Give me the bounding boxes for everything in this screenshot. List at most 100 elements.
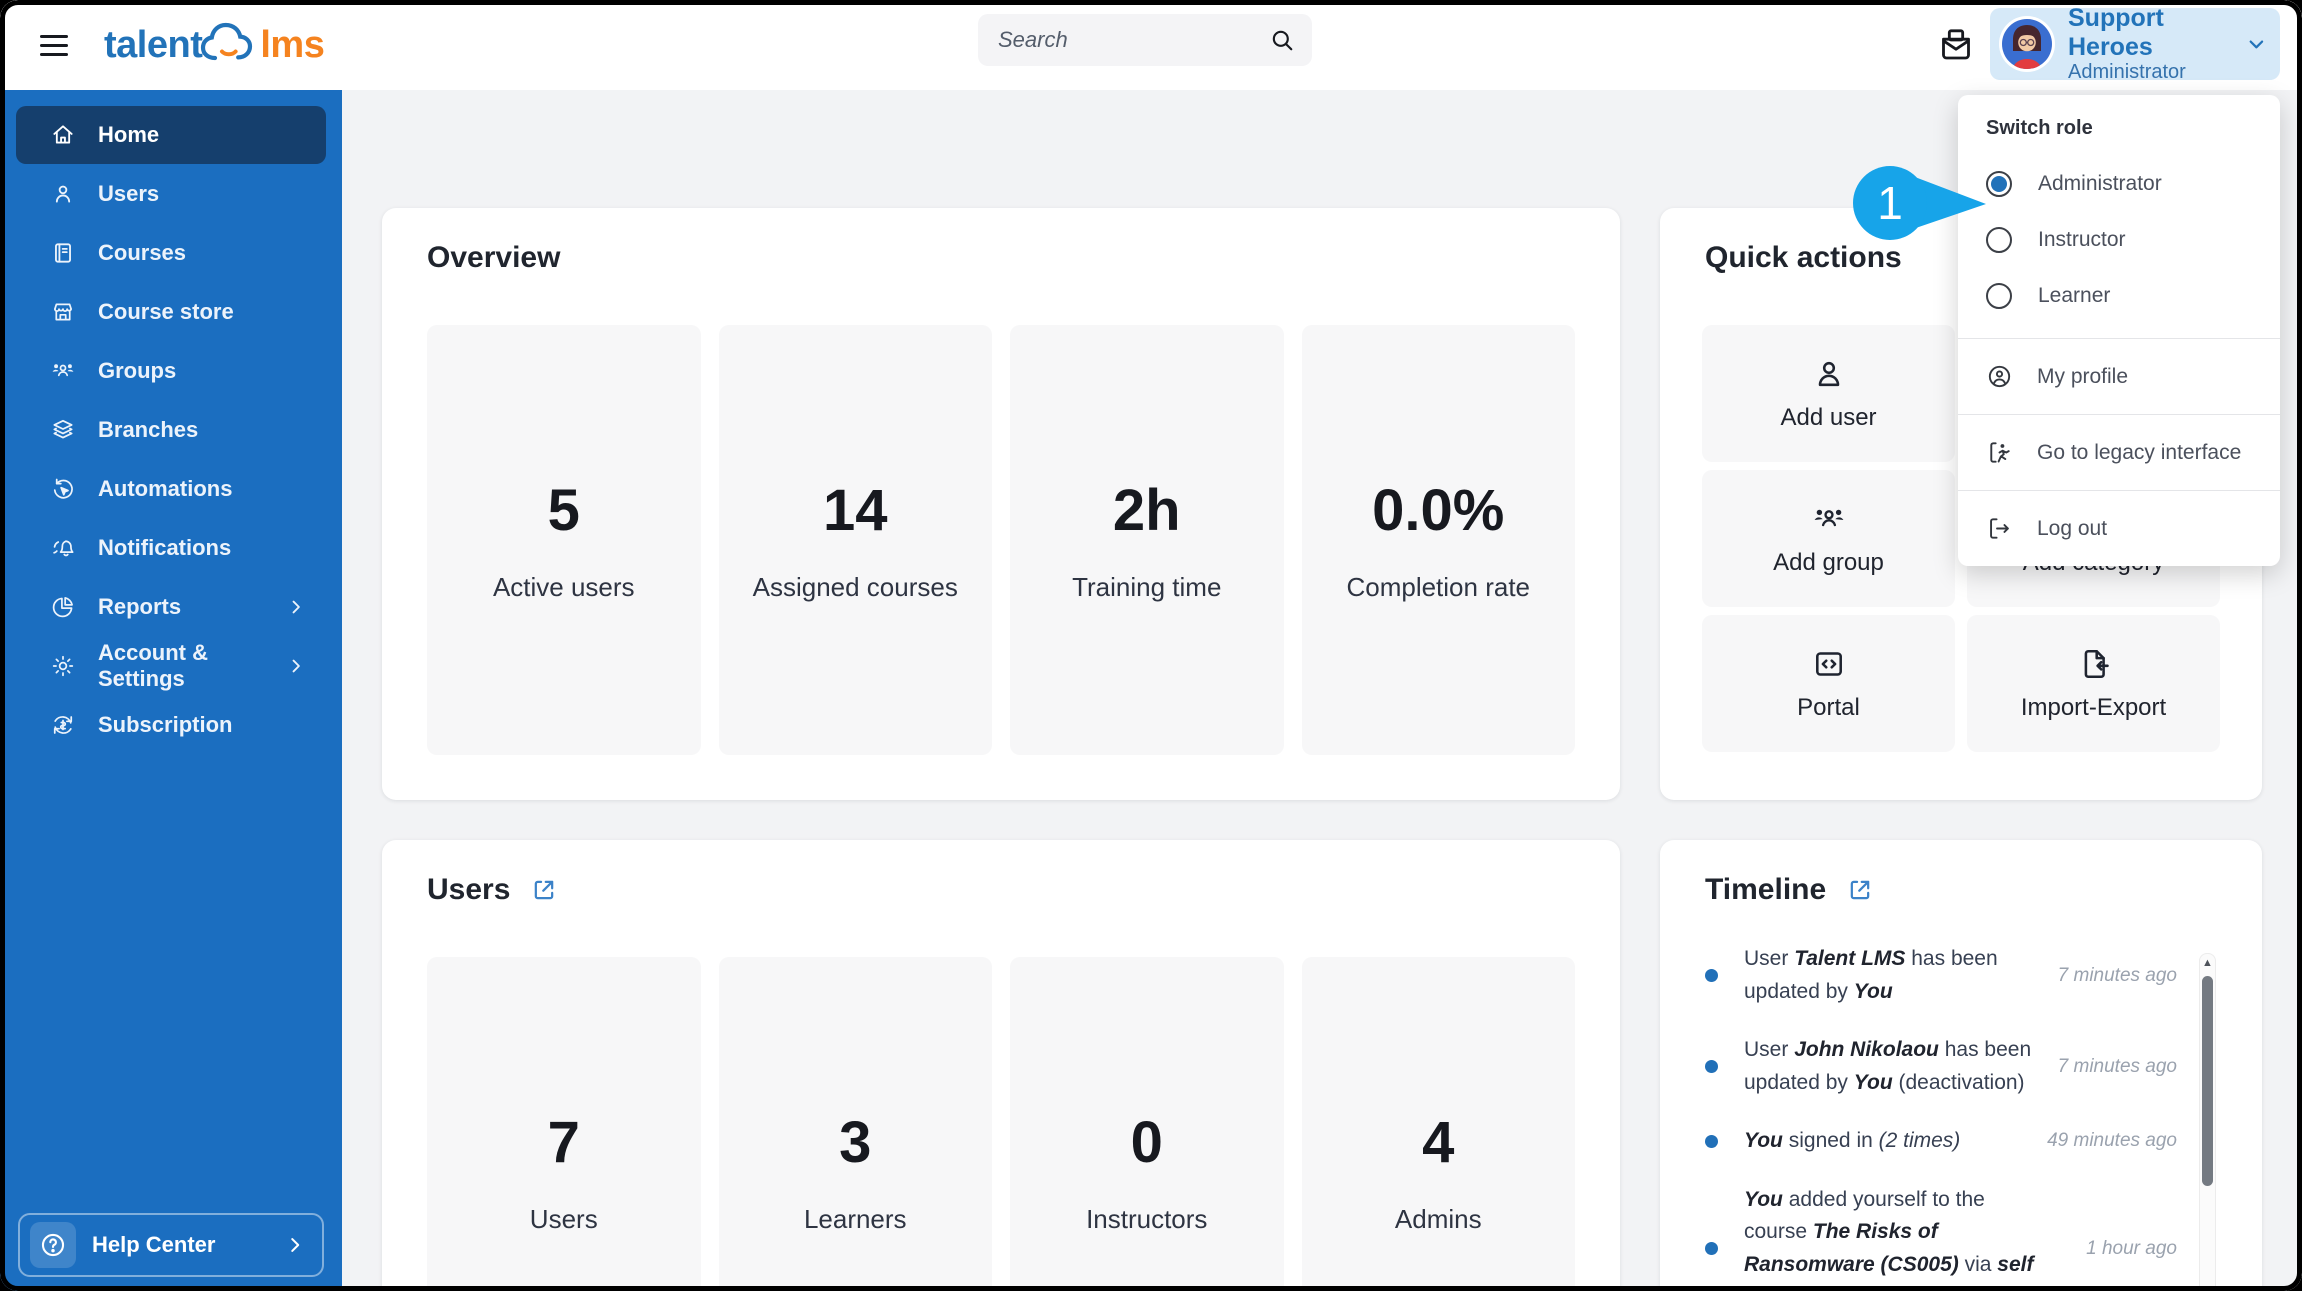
stat-value: 0 <box>1131 1109 1163 1176</box>
sidebar-item-home[interactable]: Home <box>16 106 326 164</box>
users-title: Users <box>427 873 510 907</box>
timeline-entry-text: User John Nikolaou has been updated by Y… <box>1744 1034 2044 1099</box>
home-icon <box>50 122 76 148</box>
import-export-icon <box>2076 646 2112 682</box>
menu-item-label: My profile <box>2037 365 2128 389</box>
timeline-entry-time: 1 hour ago <box>2080 1238 2177 1260</box>
user-name: Support Heroes <box>2068 4 2232 62</box>
sidebar-item-label: Courses <box>98 240 186 266</box>
sidebar-item-label: Course store <box>98 299 234 325</box>
sidebar-item-label: Account & Settings <box>98 640 264 692</box>
stat-tile-training-time: 2hTraining time <box>1010 325 1284 755</box>
sidebar-item-courses[interactable]: Courses <box>16 224 326 282</box>
quick-action-add-group[interactable]: Add group <box>1702 470 1955 607</box>
timeline-entry: You signed in (2 times)49 minutes ago <box>1705 1125 2177 1158</box>
chevron-right-icon <box>284 1234 306 1256</box>
chevron-right-icon <box>286 597 306 617</box>
external-link-icon[interactable] <box>530 876 558 904</box>
sidebar-item-label: Users <box>98 181 159 207</box>
quick-action-portal[interactable]: Portal <box>1702 615 1955 752</box>
legacy-icon <box>1986 439 2013 466</box>
user-menu-button[interactable]: Support Heroes Administrator <box>1990 8 2280 80</box>
talentlms-logo[interactable]: talent lms <box>104 12 324 78</box>
role-option-administrator[interactable]: Administrator <box>1986 156 2280 212</box>
menu-item-label: Log out <box>2037 517 2107 541</box>
menu-item-my-profile[interactable]: My profile <box>1958 338 2280 414</box>
automation-icon <box>50 476 76 502</box>
timeline-scrollbar[interactable]: ▲ <box>2199 953 2216 1291</box>
quick-actions-title: Quick actions <box>1705 241 1902 275</box>
stat-label: Active users <box>493 572 635 603</box>
external-link-icon[interactable] <box>1846 876 1874 904</box>
topbar: talent lms Search <box>0 0 2302 90</box>
timeline-entry: User John Nikolaou has been updated by Y… <box>1705 1034 2177 1099</box>
user-dropdown-menu: Switch role AdministratorInstructorLearn… <box>1958 95 2280 566</box>
scroll-up-arrow-icon[interactable]: ▲ <box>2200 957 2215 969</box>
layers-icon <box>50 417 76 443</box>
sidebar-item-reports[interactable]: Reports <box>16 578 326 636</box>
gear-icon <box>50 653 76 679</box>
app-window: talent lms Search <box>0 0 2302 1291</box>
help-center-button[interactable]: Help Center <box>18 1213 324 1277</box>
timeline-dot-icon <box>1705 1135 1718 1148</box>
group-icon <box>50 358 76 384</box>
timeline-entry-text: You added yourself to the course The Ris… <box>1744 1184 2044 1291</box>
menu-toggle-button[interactable] <box>40 29 68 61</box>
overview-card: Overview 5Active users14Assigned courses… <box>382 208 1620 800</box>
timeline-entry-text: User Talent LMS has been updated by You <box>1744 943 2044 1008</box>
stat-label: Assigned courses <box>753 572 958 603</box>
role-option-instructor[interactable]: Instructor <box>1986 212 2280 268</box>
timeline-entry-time: 7 minutes ago <box>2052 1056 2177 1078</box>
sidebar-item-branches[interactable]: Branches <box>16 401 326 459</box>
user-add-icon <box>1811 356 1847 392</box>
timeline-entry: You added yourself to the course The Ris… <box>1705 1184 2177 1291</box>
sidebar-item-account-settings[interactable]: Account & Settings <box>16 637 326 695</box>
scrollbar-thumb[interactable] <box>2202 976 2213 1186</box>
role-option-learner[interactable]: Learner <box>1986 268 2280 324</box>
menu-item-go-to-legacy-interface[interactable]: Go to legacy interface <box>1958 414 2280 490</box>
stat-value: 0.0% <box>1372 477 1504 544</box>
timeline-entry-time: 49 minutes ago <box>2041 1130 2177 1152</box>
sidebar-item-label: Branches <box>98 417 198 443</box>
timeline-card: Timeline User Talent LMS has been update… <box>1660 840 2262 1291</box>
subscription-icon <box>50 712 76 738</box>
sidebar-item-course-store[interactable]: Course store <box>16 283 326 341</box>
sidebar-item-notifications[interactable]: Notifications <box>16 519 326 577</box>
quick-action-import-export[interactable]: Import-Export <box>1967 615 2220 752</box>
stat-value: 7 <box>548 1109 580 1176</box>
timeline-dot-icon <box>1705 1060 1718 1073</box>
timeline-entry-text: You signed in (2 times) <box>1744 1125 2041 1158</box>
sidebar-item-subscription[interactable]: Subscription <box>16 696 326 754</box>
cloud-logo-icon <box>198 19 264 67</box>
store-icon <box>50 299 76 325</box>
user-icon <box>50 181 76 207</box>
chevron-down-icon <box>2245 31 2268 57</box>
stat-tile-learners: 3 Learners <box>719 957 993 1291</box>
sidebar-item-users[interactable]: Users <box>16 165 326 223</box>
users-card: Users 7Users3Learners0Instructors4Admins <box>382 840 1620 1291</box>
sidebar-item-label: Home <box>98 122 159 148</box>
quick-action-label: Import-Export <box>2021 694 2166 722</box>
messages-icon[interactable] <box>1936 25 1976 65</box>
quick-action-label: Add user <box>1780 404 1876 432</box>
menu-item-log-out[interactable]: Log out <box>1958 490 2280 566</box>
quick-action-add-user[interactable]: Add user <box>1702 325 1955 462</box>
book-icon <box>50 240 76 266</box>
stat-tile-users: 7Users <box>427 957 701 1291</box>
annotation-step-1: 1 <box>1852 164 1992 242</box>
timeline-dot-icon <box>1705 1242 1718 1255</box>
portal-icon <box>1811 646 1847 682</box>
search-input[interactable]: Search <box>978 14 1312 66</box>
sidebar-item-groups[interactable]: Groups <box>16 342 326 400</box>
sidebar-item-label: Reports <box>98 594 181 620</box>
timeline-entry-time: 7 minutes ago <box>2052 965 2177 987</box>
pie-icon <box>50 594 76 620</box>
stat-value: 14 <box>823 477 888 544</box>
sidebar-item-automations[interactable]: Automations <box>16 460 326 518</box>
search-icon[interactable] <box>1269 27 1296 54</box>
stat-value: 3 <box>839 1109 871 1176</box>
role-option-label: Administrator <box>2038 172 2162 196</box>
stat-label: Learners <box>804 1204 907 1235</box>
sidebar-item-label: Automations <box>98 476 232 502</box>
radio-icon[interactable] <box>1986 283 2012 309</box>
